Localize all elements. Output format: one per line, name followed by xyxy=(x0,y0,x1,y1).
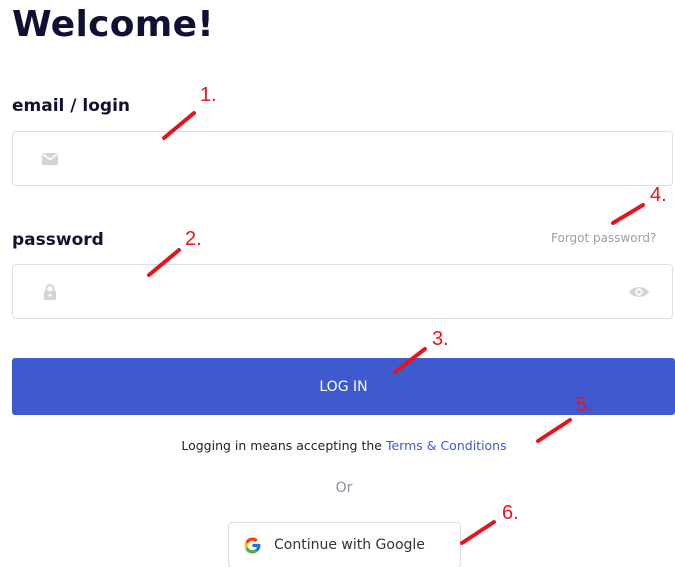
or-divider: Or xyxy=(335,480,353,496)
annotation-label-4: 4. xyxy=(650,184,667,206)
annotation-label-3: 3. xyxy=(432,328,449,350)
terms-text: Logging in means accepting the Terms & C… xyxy=(0,438,675,453)
annotation-label-6: 6. xyxy=(502,502,519,524)
email-input[interactable] xyxy=(73,132,617,187)
password-label: password xyxy=(12,230,104,250)
google-button-label: Continue with Google xyxy=(274,537,425,553)
login-page: Welcome! email / login password Forgot p… xyxy=(0,0,675,567)
page-title: Welcome! xyxy=(12,4,214,45)
terms-prefix: Logging in means accepting the xyxy=(181,438,386,453)
terms-link[interactable]: Terms & Conditions xyxy=(386,438,507,453)
lock-icon xyxy=(44,284,56,300)
google-icon xyxy=(244,537,261,554)
password-field-container[interactable] xyxy=(12,264,673,320)
forgot-password-link[interactable]: Forgot password? xyxy=(551,231,656,245)
annotation-label-5: 5. xyxy=(576,394,593,416)
email-label: email / login xyxy=(12,96,131,116)
password-input[interactable] xyxy=(73,265,617,320)
annotation-label-1: 1. xyxy=(200,84,217,106)
annotation-stroke-6 xyxy=(460,520,496,545)
google-signin-button[interactable]: Continue with Google xyxy=(228,522,461,567)
email-field-container[interactable] xyxy=(12,131,673,187)
eye-icon[interactable] xyxy=(628,283,650,301)
annotation-label-2: 2. xyxy=(185,228,202,250)
envelope-icon xyxy=(42,153,58,165)
annotation-stroke-4 xyxy=(611,203,645,225)
